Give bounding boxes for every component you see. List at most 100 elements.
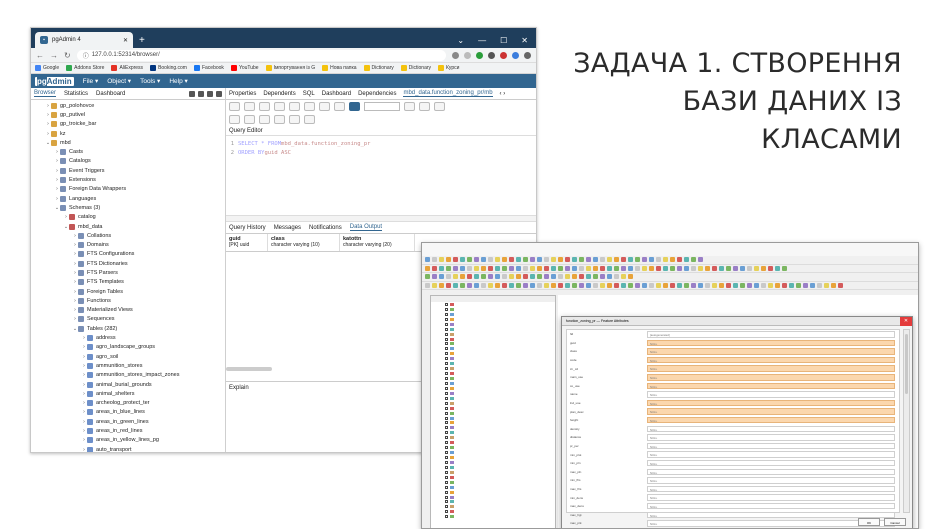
browser-tab[interactable]: ▪ pgAdmin 4 ✕ <box>35 32 133 48</box>
toolbar-icon[interactable] <box>523 257 528 263</box>
toolbar-icon[interactable] <box>600 282 605 288</box>
toolbar-icon[interactable] <box>530 257 535 263</box>
toolbar-icon[interactable] <box>635 265 640 271</box>
attribute-input[interactable]: NULL <box>647 451 895 458</box>
attribute-input[interactable]: NULL <box>647 348 895 355</box>
tree-node[interactable]: › address <box>31 333 225 342</box>
toolbar-icon[interactable] <box>537 265 542 271</box>
toolbar-icon[interactable] <box>453 274 458 280</box>
layer-checkbox[interactable] <box>445 431 448 435</box>
toolbar-icon[interactable] <box>551 282 556 288</box>
toolbar-icon[interactable] <box>425 282 430 288</box>
tab-messages[interactable]: Messages <box>274 225 301 231</box>
layer-checkbox[interactable] <box>445 411 448 415</box>
tab-data-output[interactable]: Data Output <box>349 224 383 231</box>
toolbar-icon[interactable] <box>509 274 514 280</box>
tree-node[interactable]: › ammunition_stores_impact_zones <box>31 371 225 380</box>
toolbar-icon[interactable] <box>523 282 528 288</box>
toolbar-icon[interactable] <box>733 282 738 288</box>
tab-query-history[interactable]: Query History <box>229 225 266 231</box>
toolbar-icon[interactable] <box>838 282 843 288</box>
tab-query[interactable]: mbd_data.function_zoning_pr/mb <box>403 90 493 97</box>
tab-dependents[interactable]: Dependents <box>263 91 295 97</box>
toolbar-icon[interactable] <box>754 265 759 271</box>
tab-dashboard[interactable]: Dashboard <box>96 91 125 97</box>
layer-checkbox[interactable] <box>445 500 448 504</box>
toolbar-icon[interactable] <box>425 274 430 280</box>
tree-node[interactable]: › areas_in_yellow_lines_pg <box>31 436 225 445</box>
bookmark[interactable]: Нова папка <box>322 65 357 71</box>
toolbar-icon[interactable] <box>579 282 584 288</box>
tree-node[interactable]: › agro_landscape_groups <box>31 343 225 352</box>
toolbar-icon[interactable] <box>628 265 633 271</box>
tree-node[interactable]: › FTS Configurations <box>31 250 225 259</box>
toolbar-icon[interactable] <box>446 282 451 288</box>
toolbar-icon[interactable] <box>705 265 710 271</box>
layer-checkbox[interactable] <box>445 302 448 306</box>
toolbar-icon[interactable] <box>565 257 570 263</box>
tab-notifications[interactable]: Notifications <box>309 225 342 231</box>
toolbar-icon[interactable] <box>677 282 682 288</box>
layer-checkbox[interactable] <box>445 377 448 381</box>
toolbar-icon[interactable] <box>495 282 500 288</box>
forward-icon[interactable]: → <box>50 51 58 60</box>
toolbar-icon[interactable] <box>432 282 437 288</box>
bookmark[interactable]: YouTube <box>230 65 259 71</box>
layer-checkbox[interactable] <box>445 381 448 385</box>
toolbar-icon[interactable] <box>593 274 598 280</box>
search-icon[interactable] <box>216 90 222 97</box>
toolbar-icon[interactable] <box>607 282 612 288</box>
layer-checkbox[interactable] <box>445 421 448 425</box>
layer-checkbox[interactable] <box>445 386 448 390</box>
toolbar-icon[interactable] <box>824 282 829 288</box>
toolbar-icon[interactable] <box>614 282 619 288</box>
toolbar-icon[interactable] <box>621 257 626 263</box>
toolbar-icon[interactable] <box>502 274 507 280</box>
shield-icon[interactable] <box>476 51 483 59</box>
paste-icon[interactable] <box>304 102 315 111</box>
tree-node[interactable]: › Catalogs <box>31 157 225 166</box>
toolbar-icon[interactable] <box>439 282 444 288</box>
toolbar-icon[interactable] <box>593 282 598 288</box>
tree-node[interactable]: › ammunition_stores <box>31 361 225 370</box>
tab-dependencies[interactable]: Dependencies <box>358 91 396 97</box>
commit-icon[interactable] <box>259 115 270 124</box>
toolbar-icon[interactable] <box>565 282 570 288</box>
toolbar-icon[interactable] <box>460 265 465 271</box>
attribute-input[interactable]: NULL <box>647 502 895 510</box>
toolbar-icon[interactable] <box>677 257 682 263</box>
toolbar-icon[interactable] <box>775 282 780 288</box>
toolbar-icon[interactable] <box>481 274 486 280</box>
edit-icon[interactable] <box>259 102 270 111</box>
toolbar-icon[interactable] <box>712 282 717 288</box>
layer-checkbox[interactable] <box>445 337 448 341</box>
bookmark[interactable]: Dictionary <box>400 65 431 71</box>
toolbar-icon[interactable] <box>579 265 584 271</box>
toolbar-icon[interactable] <box>530 265 535 271</box>
layer-checkbox[interactable] <box>445 391 448 395</box>
toolbar-icon[interactable] <box>691 257 696 263</box>
toolbar-icon[interactable] <box>740 265 745 271</box>
toolbar-icon[interactable] <box>705 282 710 288</box>
maximize-icon[interactable]: ☐ <box>500 36 507 45</box>
toolbar-icon[interactable] <box>698 265 703 271</box>
attribute-input[interactable]: NULL <box>647 391 895 398</box>
toolbar-icon[interactable] <box>614 257 619 263</box>
execute-icon[interactable] <box>419 102 430 111</box>
toolbar-icon[interactable] <box>502 282 507 288</box>
edit-rows-icon[interactable] <box>334 102 345 111</box>
toolbar-icon[interactable] <box>467 257 472 263</box>
copy-icon[interactable] <box>289 102 300 111</box>
layer-checkbox[interactable] <box>445 495 448 499</box>
toolbar-icon[interactable] <box>803 282 808 288</box>
layer-checkbox[interactable] <box>445 327 448 331</box>
layer-checkbox[interactable] <box>445 465 448 469</box>
attribute-input[interactable]: NULL <box>647 382 895 390</box>
cancel-button[interactable]: Cancel <box>884 518 906 526</box>
menu-file[interactable]: File ▾ <box>83 77 99 85</box>
explain-icon[interactable] <box>229 115 240 124</box>
bookmark[interactable]: Курси <box>438 65 459 71</box>
toolbar-icon[interactable] <box>600 265 605 271</box>
vertical-scrollbar[interactable] <box>903 329 910 513</box>
menu-help[interactable]: Help ▾ <box>169 77 187 85</box>
